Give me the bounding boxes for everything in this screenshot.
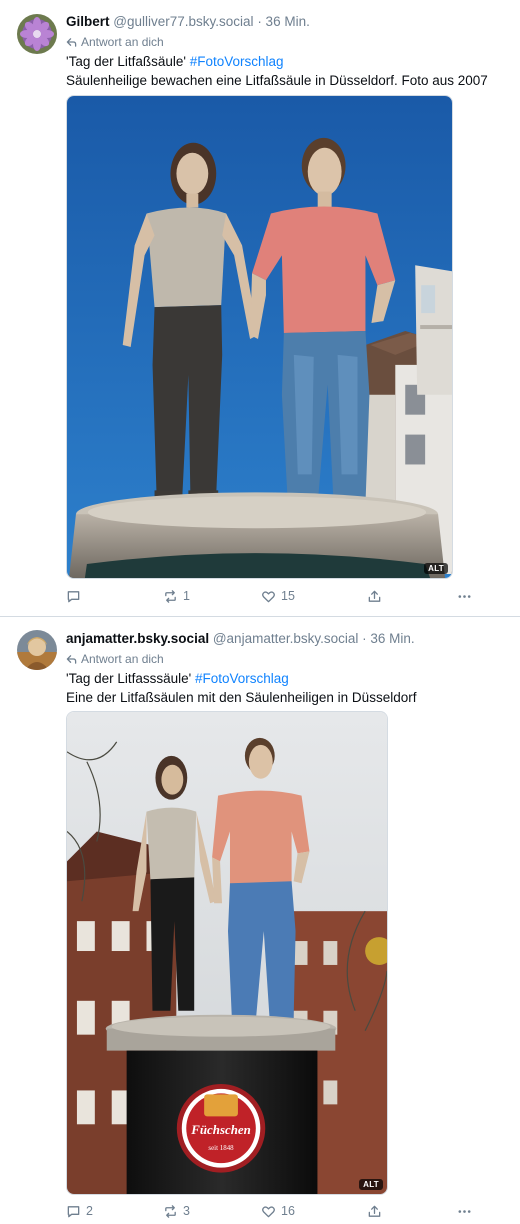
speech-bubble-icon [67, 1205, 80, 1217]
post-content: Gilbert @gulliver77.bsky.social · 36 Min… [66, 12, 508, 90]
repost-button[interactable]: 3 [163, 1201, 190, 1221]
repost-count: 3 [183, 1204, 190, 1218]
repost-arrows-icon [165, 589, 176, 603]
like-count: 15 [281, 589, 295, 603]
timestamp[interactable]: · 36 Min. [257, 14, 310, 29]
speech-bubble-icon [67, 590, 80, 602]
post-text-line1: 'Tag der Litfaßsäule' [66, 54, 186, 69]
hashtag-link[interactable]: #FotoVorschlag [190, 54, 284, 69]
like-count: 16 [281, 1204, 295, 1218]
ellipsis-icon [458, 1209, 471, 1213]
post-image[interactable]: Füchschen seit 1848 ALT [66, 711, 388, 1195]
post-text-line1: 'Tag der Litfasssäule' [66, 671, 192, 686]
more-options-button[interactable] [457, 1201, 472, 1221]
share-upload-icon [368, 590, 381, 602]
post[interactable]: anjamatter.bsky.social @anjamatter.bsky.… [0, 616, 520, 1224]
timestamp[interactable]: · 36 Min. [362, 631, 415, 646]
reply-arrow-icon [66, 37, 77, 47]
share-upload-icon [368, 1205, 381, 1217]
reply-arrow-icon [66, 654, 77, 664]
reply-count: 2 [86, 1204, 93, 1218]
author-handle[interactable]: @gulliver77.bsky.social [113, 14, 253, 29]
repost-arrows-icon [165, 1204, 176, 1218]
sign-year: seit 1848 [208, 1144, 234, 1152]
reply-label: Antwort an dich [81, 652, 164, 666]
alt-badge[interactable]: ALT [359, 1179, 383, 1190]
heart-icon [262, 1205, 275, 1217]
post-actions: 1 15 [66, 586, 476, 606]
author-name[interactable]: Gilbert [66, 14, 110, 29]
reply-button[interactable] [66, 586, 86, 606]
author-name[interactable]: anjamatter.bsky.social [66, 631, 209, 646]
reply-label: Antwort an dich [81, 35, 164, 49]
heart-icon [262, 590, 275, 602]
avatar[interactable] [17, 630, 57, 670]
avatar[interactable] [17, 14, 57, 54]
like-button[interactable]: 15 [261, 586, 295, 606]
post-meta: anjamatter.bsky.social @anjamatter.bsky.… [66, 629, 508, 649]
sign-brand: Füchschen [190, 1122, 251, 1137]
post-content: anjamatter.bsky.social @anjamatter.bsky.… [66, 629, 508, 707]
hashtag-link[interactable]: #FotoVorschlag [195, 671, 289, 686]
post-meta: Gilbert @gulliver77.bsky.social · 36 Min… [66, 12, 508, 32]
repost-button[interactable]: 1 [163, 586, 190, 606]
post-text: 'Tag der Litfaßsäule' #FotoVorschlag Säu… [66, 52, 508, 90]
post-actions: 2 3 16 [66, 1201, 476, 1221]
post-text: 'Tag der Litfasssäule' #FotoVorschlag Ei… [66, 669, 508, 707]
alt-badge[interactable]: ALT [424, 563, 448, 574]
share-button[interactable] [367, 586, 382, 606]
statues-photo [67, 96, 452, 578]
like-button[interactable]: 16 [261, 1201, 295, 1221]
more-options-button[interactable] [457, 586, 472, 606]
repost-count: 1 [183, 589, 190, 603]
share-button[interactable] [367, 1201, 382, 1221]
post-text-line2: Säulenheilige bewachen eine Litfaßsäule … [66, 73, 488, 88]
post-text-line2: Eine der Litfaßsäulen mit den Säulenheil… [66, 690, 417, 705]
statues-photo: Füchschen seit 1848 [67, 712, 387, 1194]
post[interactable]: Gilbert @gulliver77.bsky.social · 36 Min… [0, 0, 520, 616]
reply-indicator[interactable]: Antwort an dich [66, 33, 508, 51]
ellipsis-icon [458, 594, 471, 598]
reply-button[interactable]: 2 [66, 1201, 93, 1221]
post-image[interactable]: ALT [66, 95, 453, 579]
reply-indicator[interactable]: Antwort an dich [66, 650, 508, 668]
author-handle[interactable]: @anjamatter.bsky.social [213, 631, 359, 646]
